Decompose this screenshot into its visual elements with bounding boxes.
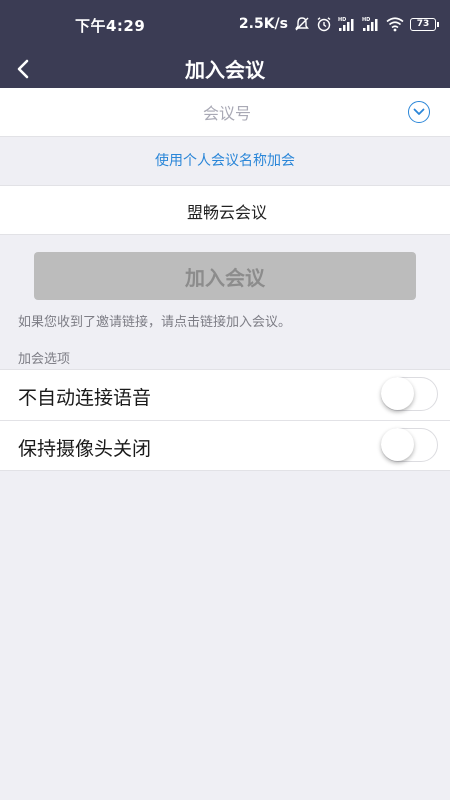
option-label: 不自动连接语音 (18, 387, 152, 409)
wifi-icon (386, 17, 404, 32)
option-label: 保持摄像头关闭 (18, 438, 152, 460)
status-time: 下午4:29 (75, 17, 146, 35)
svg-text:HD: HD (338, 17, 346, 23)
camera-off-toggle[interactable] (381, 428, 438, 462)
battery-icon: 73 (410, 17, 439, 31)
mute-icon (295, 17, 309, 31)
join-options-title: 加会选项 (18, 352, 71, 367)
toggle-knob (381, 428, 414, 461)
toggle-knob (381, 377, 414, 410)
nav-bar: 加入会议 (0, 50, 450, 88)
display-name-input[interactable] (0, 186, 450, 236)
svg-text:HD: HD (362, 17, 370, 23)
no-auto-audio-toggle[interactable] (381, 377, 438, 411)
option-row-no-auto-audio: 不自动连接语音 (0, 369, 450, 421)
signal-hd-icon: HD (362, 17, 378, 31)
status-bar: 下午4:29 2.5K/s HD HD 73 (0, 0, 450, 50)
chevron-down-icon (413, 108, 425, 115)
page-title: 加入会议 (185, 58, 265, 82)
signal-hd-icon: HD (338, 17, 354, 31)
option-row-camera-off: 保持摄像头关闭 (0, 420, 450, 471)
status-icons: 2.5K/s HD HD 73 (238, 14, 439, 34)
join-meeting-button[interactable]: 加入会议 (34, 252, 416, 300)
battery-level: 73 (416, 19, 430, 29)
display-name-row (0, 185, 450, 236)
meeting-number-row (0, 88, 450, 138)
alarm-icon (317, 17, 331, 32)
meeting-number-input[interactable] (0, 88, 450, 138)
meeting-history-dropdown-button[interactable] (408, 101, 430, 123)
use-personal-meeting-name-link[interactable]: 使用个人会议名称加会 (0, 138, 450, 184)
invite-link-hint: 如果您收到了邀请链接，请点击链接加入会议。 (18, 315, 292, 330)
network-speed: 2.5K/s (238, 16, 288, 32)
